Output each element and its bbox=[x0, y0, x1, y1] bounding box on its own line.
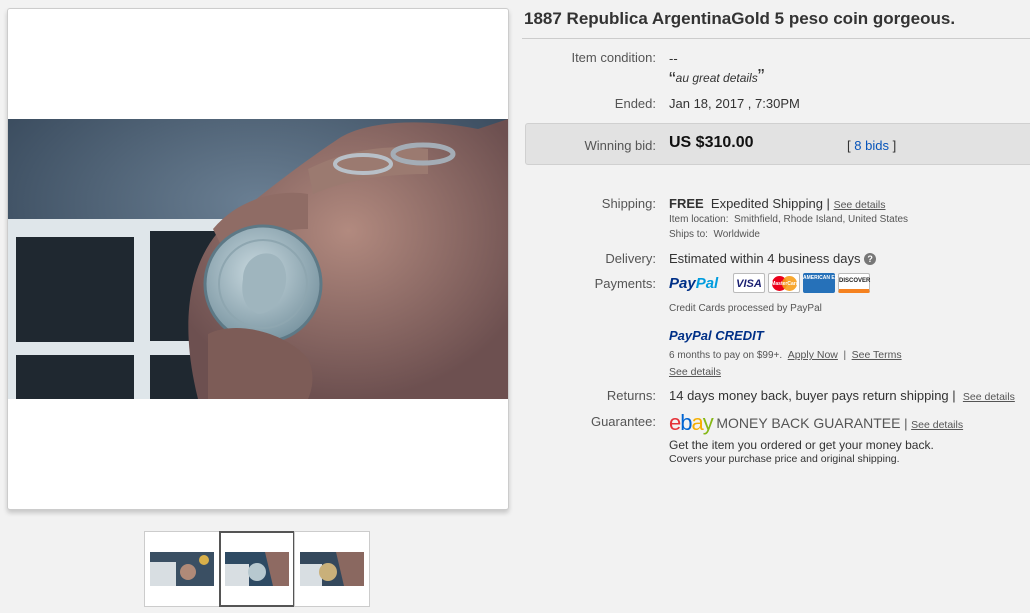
item-location: Item location: Smithfield, Rhode Island,… bbox=[669, 214, 909, 225]
main-image-panel[interactable] bbox=[7, 8, 509, 510]
returns-label: Returns: bbox=[606, 388, 656, 403]
credit-note: Credit Cards processed by PayPal bbox=[669, 303, 822, 314]
thumbnail-3[interactable] bbox=[294, 531, 370, 607]
title-divider bbox=[522, 38, 1030, 39]
apply-now-link[interactable]: Apply Now bbox=[788, 349, 838, 361]
shipping-details-link[interactable]: See details bbox=[834, 199, 886, 211]
guarantee-label: Guarantee: bbox=[590, 414, 656, 429]
bid-count: [ 8 bids ] bbox=[847, 138, 897, 153]
condition-label: Item condition: bbox=[571, 50, 656, 65]
delivery-label: Delivery: bbox=[605, 251, 656, 266]
help-icon[interactable]: ? bbox=[864, 253, 877, 265]
visa-icon: VISA bbox=[733, 273, 765, 293]
delivery-value: Estimated within 4 business days ? bbox=[669, 251, 877, 266]
guarantee-line2: Covers your purchase price and original … bbox=[669, 453, 900, 465]
paypal-logo: PayPal bbox=[669, 275, 719, 292]
ended-value: Jan 18, 2017 , 7:30PM bbox=[669, 96, 800, 111]
ships-to: Ships to: Worldwide bbox=[669, 229, 760, 240]
item-title: 1887 Republica ArgentinaGold 5 peso coin… bbox=[524, 9, 956, 28]
bids-link[interactable]: 8 bids bbox=[854, 138, 889, 153]
shipping-value: FREE Expedited Shipping | See details bbox=[669, 196, 886, 211]
shipping-label: Shipping: bbox=[601, 196, 656, 211]
mastercard-icon: MasterCard bbox=[768, 273, 800, 293]
paypal-credit-logo: PayPal CREDIT bbox=[669, 328, 764, 343]
main-item-photo[interactable] bbox=[8, 119, 508, 399]
card-logos: VISA MasterCard AMERICAN EXPRESSDISCOVER bbox=[733, 273, 873, 293]
winning-bid-value: US $310.00 bbox=[669, 134, 754, 151]
paypal-credit-text: 6 months to pay on $99+. Apply Now | See… bbox=[669, 349, 902, 361]
guarantee-details-link[interactable]: See details bbox=[911, 419, 963, 431]
discover-icon: DISCOVER bbox=[838, 273, 870, 293]
amex-icon: AMERICAN EXPRESS bbox=[803, 273, 855, 293]
thumbnail-1[interactable] bbox=[144, 531, 220, 607]
condition-value: -- bbox=[669, 51, 678, 66]
returns-details-link[interactable]: See details bbox=[963, 391, 1015, 403]
paypal-credit-details: See details bbox=[669, 366, 721, 378]
payments-label: Payments: bbox=[594, 276, 656, 291]
see-terms-link[interactable]: See Terms bbox=[852, 349, 902, 361]
guarantee-line1: Get the item you ordered or get your mon… bbox=[669, 438, 934, 452]
winning-bid-label: Winning bid: bbox=[584, 138, 656, 153]
paypal-details-link[interactable]: See details bbox=[669, 366, 721, 378]
thumbnail-strip bbox=[144, 531, 370, 607]
thumbnail-2[interactable] bbox=[219, 531, 295, 607]
condition-quote: “au great details” bbox=[669, 66, 765, 91]
ebay-guarantee: ebay MONEY BACK GUARANTEE | See details bbox=[669, 410, 964, 435]
returns-value: 14 days money back, buyer pays return sh… bbox=[669, 388, 1015, 403]
ended-label: Ended: bbox=[614, 96, 656, 111]
ebay-logo: ebay bbox=[669, 410, 714, 435]
